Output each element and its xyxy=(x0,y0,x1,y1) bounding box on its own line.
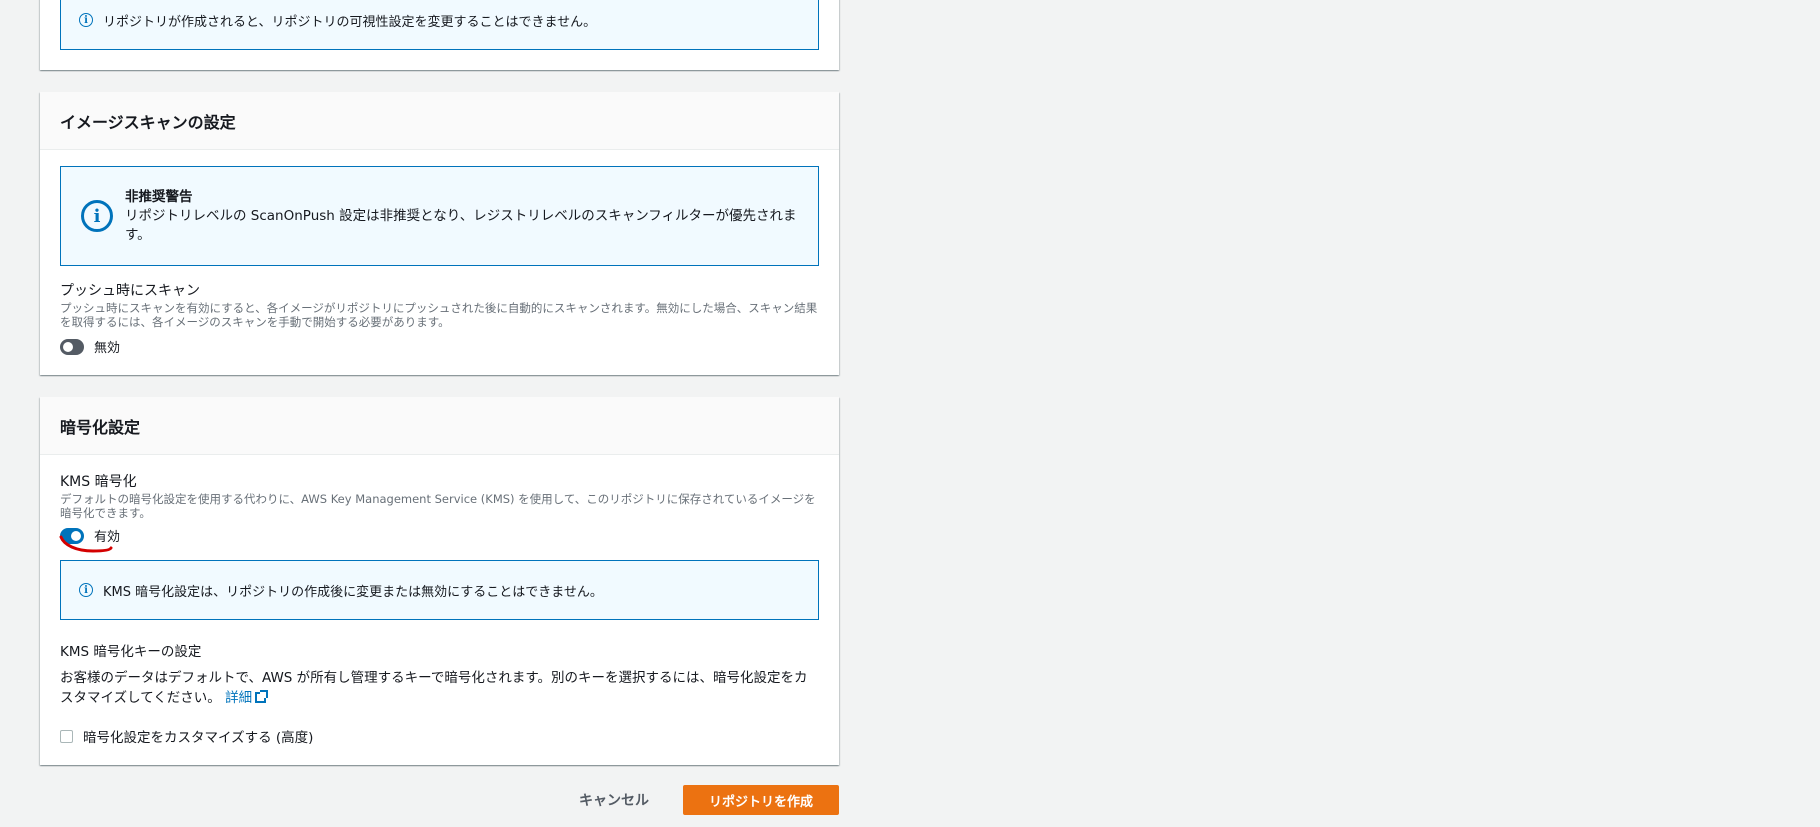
customize-checkbox-label: 暗号化設定をカスタマイズする (高度) xyxy=(83,730,314,746)
toggle-knob xyxy=(63,341,73,352)
kms-notice: i KMS 暗号化設定は、リポジトリの作成後に変更または無効にすることはできませ… xyxy=(60,560,819,620)
encryption-title: 暗号化設定 xyxy=(60,417,141,437)
visibility-notice: i リポジトリが作成されると、リポジトリの可視性設定を変更することはできません。 xyxy=(60,0,819,50)
scan-on-push-label: プッシュ時にスキャン xyxy=(60,283,200,299)
scan-on-push-toggle[interactable] xyxy=(60,338,84,355)
image-scan-panel: イメージスキャンの設定 i 非推奨警告 リポジトリレベルの ScanOnPush… xyxy=(40,92,839,375)
deprecation-alert-body: リポジトリレベルの ScanOnPush 設定は非推奨となり、レジストリレベルの… xyxy=(125,207,797,243)
cancel-button[interactable]: キャンセル xyxy=(567,785,661,815)
visibility-notice-text: リポジトリが作成されると、リポジトリの可視性設定を変更することはできません。 xyxy=(103,14,597,30)
annotation-underline xyxy=(59,535,113,553)
key-settings-text: お客様のデータはデフォルトで、AWS が所有し管理するキーで暗号化されます。別の… xyxy=(60,670,808,706)
scan-on-push-state: 無効 xyxy=(94,341,121,356)
deprecation-alert: i 非推奨警告 リポジトリレベルの ScanOnPush 設定は非推奨となり、レ… xyxy=(60,166,819,266)
encryption-header: 暗号化設定 xyxy=(40,397,839,455)
deprecation-alert-heading: 非推奨警告 xyxy=(125,188,193,205)
image-scan-title: イメージスキャンの設定 xyxy=(60,112,236,132)
create-repository-button[interactable]: リポジトリを作成 xyxy=(683,785,839,815)
details-link-label: 詳細 xyxy=(225,690,253,706)
info-icon: i xyxy=(79,13,93,27)
kms-description: デフォルトの暗号化設定を使用する代わりに、AWS Key Management … xyxy=(60,492,816,520)
image-scan-header: イメージスキャンの設定 xyxy=(40,92,839,150)
external-link-icon xyxy=(255,690,269,703)
kms-label: KMS 暗号化 xyxy=(60,474,137,490)
details-link[interactable]: 詳細 xyxy=(225,690,269,706)
kms-notice-text: KMS 暗号化設定は、リポジトリの作成後に変更または無効にすることはできません。 xyxy=(103,584,603,600)
info-icon: i xyxy=(81,200,113,232)
encryption-panel: 暗号化設定 KMS 暗号化 デフォルトの暗号化設定を使用する代わりに、AWS K… xyxy=(40,397,839,765)
key-settings-description: お客様のデータはデフォルトで、AWS が所有し管理するキーで暗号化されます。別の… xyxy=(60,668,820,708)
visibility-panel: i リポジトリが作成されると、リポジトリの可視性設定を変更することはできません。 xyxy=(40,0,839,70)
scan-on-push-toggle-row: 無効 xyxy=(60,337,120,356)
key-settings-label: KMS 暗号化キーの設定 xyxy=(60,644,202,660)
scan-on-push-description: プッシュ時にスキャンを有効にすると、各イメージがリポジトリにプッシュされた後に自… xyxy=(60,301,818,329)
customize-checkbox[interactable] xyxy=(60,729,73,743)
customize-checkbox-row: 暗号化設定をカスタマイズする (高度) xyxy=(60,726,313,746)
info-icon: i xyxy=(79,583,93,597)
